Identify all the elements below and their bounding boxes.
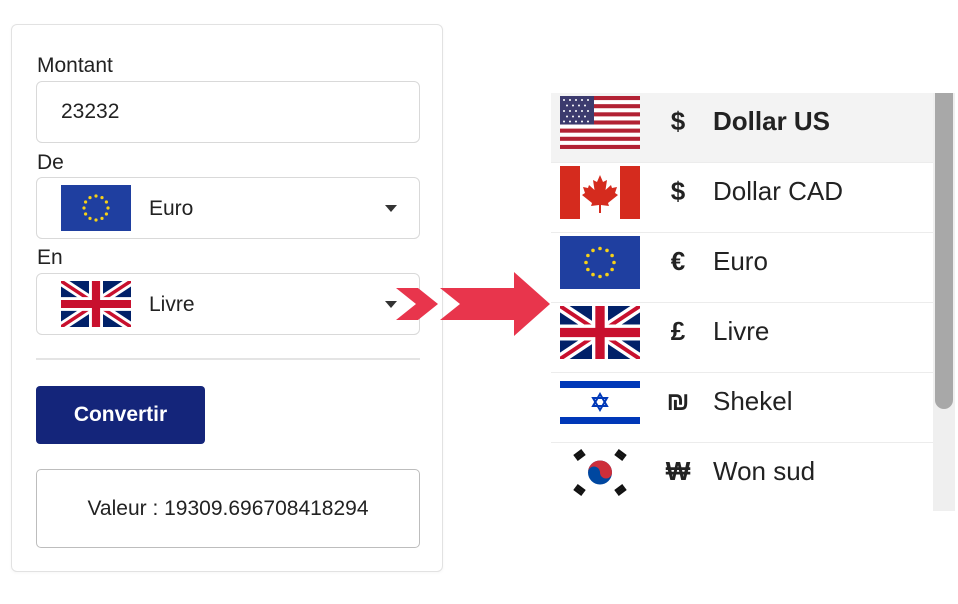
won-icon: ₩: [665, 456, 691, 486]
from-currency-text: Euro: [149, 197, 194, 220]
to-label: En: [37, 246, 63, 269]
chevron-down-icon: [385, 205, 397, 212]
arrow-right-icon: [396, 272, 550, 336]
eu-flag-icon: [61, 185, 131, 231]
euro-icon: €: [670, 246, 686, 276]
dollar-icon: $: [670, 106, 686, 136]
currency-dropdown-list: $ Dollar US $ Dollar CAD € Euro £ Livre …: [551, 93, 933, 511]
list-scrollbar[interactable]: [933, 93, 955, 511]
currency-option-won-sud[interactable]: ₩ Won sud: [551, 443, 933, 511]
pound-icon: £: [670, 316, 686, 346]
currency-name: Dollar CAD: [713, 176, 844, 206]
currency-option-livre[interactable]: £ Livre: [551, 303, 933, 373]
currency-name: Dollar US: [713, 106, 831, 136]
divider: [36, 358, 420, 360]
israel-flag-icon: [560, 376, 640, 429]
eu-flag-icon: [560, 236, 640, 289]
us-flag-icon: [560, 96, 640, 149]
currency-option-shekel[interactable]: ₪ Shekel: [551, 373, 933, 443]
uk-flag-icon: [61, 281, 131, 327]
from-label: De: [37, 151, 64, 174]
result-box: Valeur : 19309.696708418294: [36, 469, 420, 548]
canada-flag-icon: [560, 166, 640, 219]
currency-name: Shekel: [713, 386, 793, 416]
currency-option-dollar-us[interactable]: $ Dollar US: [551, 93, 933, 163]
currency-name: Won sud: [713, 456, 816, 486]
scrollbar-thumb[interactable]: [935, 93, 953, 409]
uk-flag-icon: [560, 306, 640, 359]
south-korea-flag-icon: [560, 446, 640, 499]
converter-card: Montant De Euro En Livre Convertir: [11, 24, 443, 572]
currency-option-euro[interactable]: € Euro: [551, 233, 933, 303]
convert-button[interactable]: Convertir: [36, 386, 205, 444]
amount-label: Montant: [37, 54, 113, 77]
amount-field-box: [36, 81, 420, 143]
shekel-icon: ₪: [666, 386, 690, 416]
dollar-icon: $: [670, 176, 686, 206]
to-currency-text: Livre: [149, 293, 195, 316]
currency-name: Euro: [713, 246, 768, 276]
to-currency-select[interactable]: Livre: [36, 273, 420, 335]
currency-option-dollar-cad[interactable]: $ Dollar CAD: [551, 163, 933, 233]
amount-input[interactable]: [37, 82, 419, 142]
currency-name: Livre: [713, 316, 770, 346]
from-currency-select[interactable]: Euro: [36, 177, 420, 239]
